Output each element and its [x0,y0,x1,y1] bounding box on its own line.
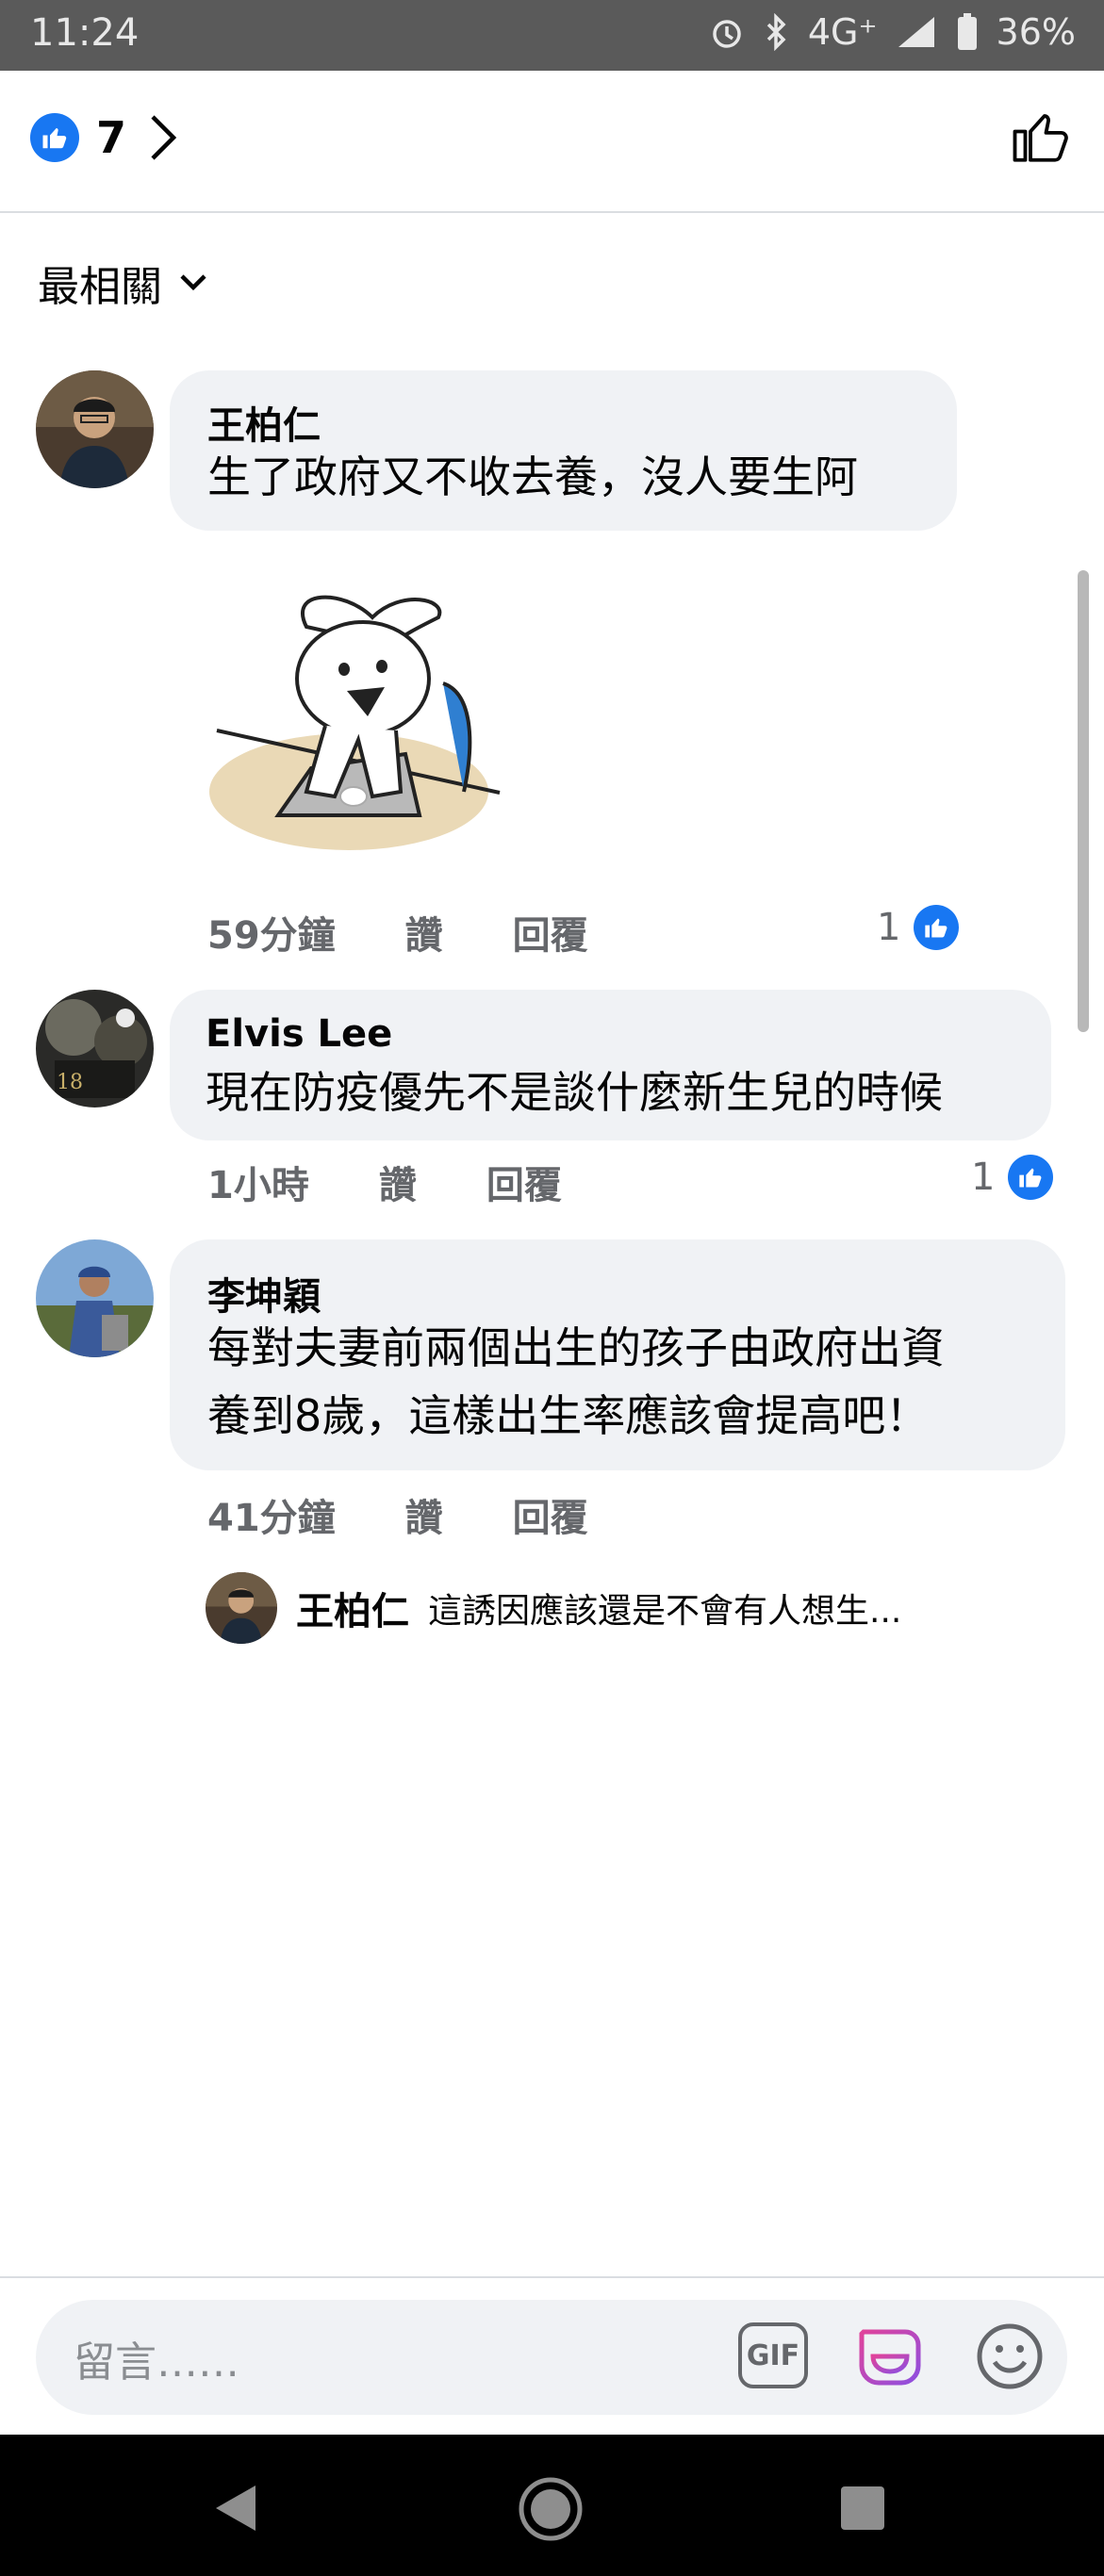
comment-like-count[interactable]: 1 [971,1155,1054,1200]
avatar [206,1572,277,1644]
comment-author[interactable]: 王柏仁 [207,395,321,450]
chevron-right-icon[interactable] [143,111,181,164]
comment-author[interactable]: 李坤穎 [207,1266,321,1321]
comment-author[interactable]: Elvis Lee [206,1012,392,1056]
battery-icon [957,13,977,50]
comment-time: 1小時 [207,1164,309,1207]
reaction-count: 7 [96,112,127,163]
status-time: 11:24 [30,11,140,55]
network-type: 4G⁺ [807,11,878,53]
header-divider [0,211,1104,213]
comment-bubble[interactable]: Elvis Lee 現在防疫優先不是談什麼新生兒的時候 [170,990,1051,1140]
battery-percent: 36% [996,11,1076,53]
avatar[interactable] [36,1239,154,1357]
like-reaction-icon [30,113,79,162]
comment-bubble[interactable]: 李坤穎 每對夫妻前兩個出生的孩子由政府出資 養到8歲，這樣出生率應該會提高吧！ [170,1239,1065,1470]
comment-text-line-2: 養到8歲，這樣出生率應該會提高吧！ [207,1390,930,1441]
home-icon[interactable] [517,2475,585,2543]
recents-icon[interactable] [839,2485,886,2532]
like-count-number: 1 [971,1156,996,1199]
comment-text: 現在防疫優先不是談什麼新生兒的時候 [206,1067,943,1118]
gif-button[interactable]: GIF [738,2322,808,2388]
sticker-icon[interactable] [852,2319,928,2394]
scrollbar[interactable] [1078,570,1089,1032]
comment-time: 41分鐘 [207,1497,336,1540]
sort-dropdown[interactable]: 最相關 [38,253,209,313]
avatar[interactable]: 18 [36,990,154,1108]
comment-like-count[interactable]: 1 [877,905,960,950]
reply-button[interactable]: 回覆 [513,914,588,958]
comment-input[interactable]: 留言…… [74,2328,239,2388]
reply-preview[interactable]: 王柏仁 這誘因應該還是不會有人想生... [206,1572,901,1644]
svg-text:18: 18 [57,1071,83,1094]
bluetooth-icon [766,13,786,51]
reaction-summary[interactable]: 7 [30,111,181,164]
like-button[interactable]: 讚 [405,914,443,958]
status-icons: 4G⁺ 36% [708,11,1076,53]
comment-text-line-1: 每對夫妻前兩個出生的孩子由政府出資 [207,1322,945,1373]
comment-meta: 59分鐘 讚 回覆 [207,905,658,960]
composer-divider [0,2276,1104,2278]
comment-text: 生了政府又不收去養，沒人要生阿 [207,451,858,502]
sort-label: 最相關 [38,263,162,311]
chevron-down-icon [180,274,206,291]
status-bar: 11:24 4G⁺ 36% [0,0,1104,71]
reply-text: 這誘因應該還是不會有人想生... [428,1592,902,1631]
back-icon[interactable] [212,2482,259,2535]
sticker-image[interactable] [207,580,509,862]
comment-bubble[interactable]: 王柏仁 生了政府又不收去養，沒人要生阿 [170,370,957,531]
avatar[interactable] [36,370,154,488]
like-button[interactable]: 讚 [405,1497,443,1540]
reply-author: 王柏仁 [296,1590,409,1633]
comment-meta: 1小時 讚 回覆 [207,1155,632,1209]
comment-time: 59分鐘 [207,914,336,958]
comment-meta: 41分鐘 讚 回覆 [207,1487,658,1542]
like-button[interactable]: 讚 [379,1164,417,1207]
emoji-icon[interactable] [974,2321,1046,2392]
like-reaction-icon [1008,1155,1054,1200]
alarm-icon [713,20,741,48]
like-reaction-icon [914,905,960,950]
comment-composer[interactable]: 留言…… GIF [36,2300,1067,2415]
signal-icon [898,17,934,47]
like-outline-icon[interactable] [1010,106,1072,168]
reply-button[interactable]: 回覆 [486,1164,562,1207]
reply-button[interactable]: 回覆 [513,1497,588,1540]
navigation-bar [0,2435,1104,2576]
like-count-number: 1 [877,906,901,949]
